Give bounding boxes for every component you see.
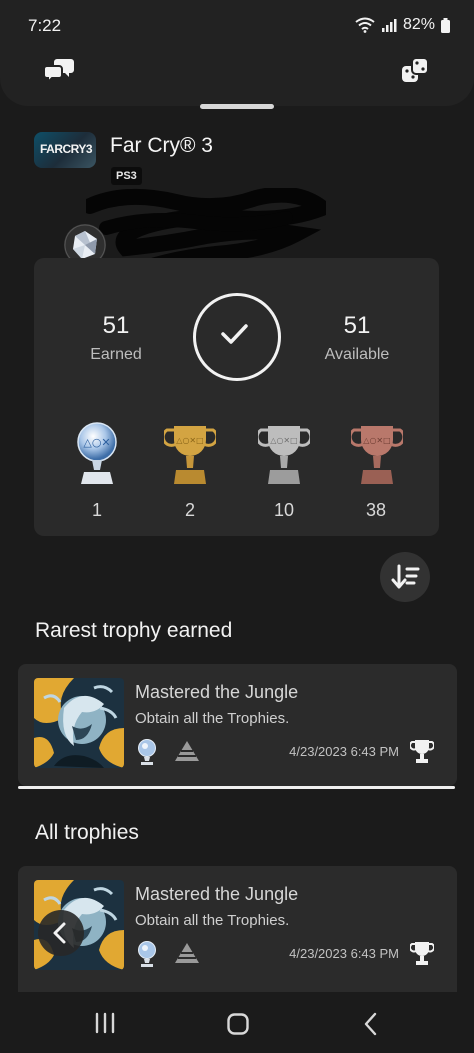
floating-back-button[interactable]: [38, 910, 84, 956]
wifi-icon: [355, 17, 375, 33]
platinum-grade-icon: [138, 739, 156, 765]
status-time: 7:22: [28, 16, 62, 35]
platinum-grade-icon: [138, 941, 156, 967]
gold-count: 2: [184, 500, 195, 520]
chevron-left-icon: [53, 922, 66, 944]
back-icon[interactable]: [360, 1012, 382, 1036]
trophy-art-image: [34, 678, 124, 768]
battery-icon: [441, 17, 450, 33]
drag-handle[interactable]: [200, 104, 274, 109]
trophy-icon: [410, 942, 434, 965]
trophy-artwork: [34, 678, 124, 768]
game-controller-icon: [402, 57, 429, 82]
trophy-icon: [410, 740, 434, 763]
game-thumbnail-text: FARCRY3: [40, 142, 93, 156]
silver-trophy-icon: △○✕□: [258, 426, 310, 484]
rarest-section-title: Rarest trophy earned: [35, 619, 233, 642]
rarest-trophy-card[interactable]: Mastered the Jungle Obtain all the Troph…: [18, 664, 457, 786]
platinum-count: 1: [91, 500, 102, 520]
trophy-earned-date: 4/23/2023 6:43 PM: [289, 946, 399, 961]
chat-button[interactable]: [43, 56, 78, 86]
signal-icon: [381, 19, 397, 32]
platform-badge: PS3: [111, 167, 142, 185]
rarity-pyramid-icon: [175, 943, 199, 963]
chat-icon: [43, 59, 74, 85]
checkmark-icon: [221, 324, 248, 344]
bronze-count: 38: [365, 500, 387, 520]
gold-trophy-icon: △○✕□: [164, 426, 216, 484]
trophy-description: Obtain all the Trophies.: [135, 710, 290, 727]
system-nav-bar: [0, 992, 474, 1053]
card-selected-indicator: [18, 786, 455, 789]
trophy-description: Obtain all the Trophies.: [135, 912, 290, 929]
status-icons: 82%: [355, 16, 450, 34]
game-thumbnail: FARCRY3: [34, 132, 96, 168]
earned-count: 51: [102, 312, 130, 339]
trophy-name: Mastered the Jungle: [135, 682, 299, 702]
platinum-trophy-icon: △○✕: [77, 422, 117, 484]
sort-icon: [391, 564, 420, 589]
game-title: Far Cry® 3: [110, 134, 213, 157]
all-trophies-section-title: All trophies: [35, 821, 139, 844]
earned-label: Earned: [90, 346, 142, 363]
trophy-earned-date: 4/23/2023 6:43 PM: [289, 744, 399, 759]
home-icon[interactable]: [226, 1012, 250, 1036]
recent-apps-icon[interactable]: [92, 1012, 118, 1034]
trophy-name: Mastered the Jungle: [135, 884, 299, 904]
status-bar: 7:22 82%: [0, 0, 474, 48]
sort-button[interactable]: [380, 552, 430, 602]
bronze-trophy-icon: △○✕□: [351, 426, 403, 484]
available-label: Available: [324, 346, 390, 363]
svg-text:△○✕□: △○✕□: [363, 436, 390, 445]
available-count: 51: [343, 312, 371, 339]
rarity-pyramid-icon: [175, 741, 199, 761]
svg-text:△○✕□: △○✕□: [176, 436, 203, 445]
battery-percent: 82%: [402, 16, 435, 33]
completion-ring: [193, 293, 281, 381]
svg-text:△○✕□: △○✕□: [270, 436, 297, 445]
svg-text:△○✕: △○✕: [83, 436, 110, 449]
game-controller-button[interactable]: [400, 56, 434, 86]
silver-count: 10: [273, 500, 295, 520]
